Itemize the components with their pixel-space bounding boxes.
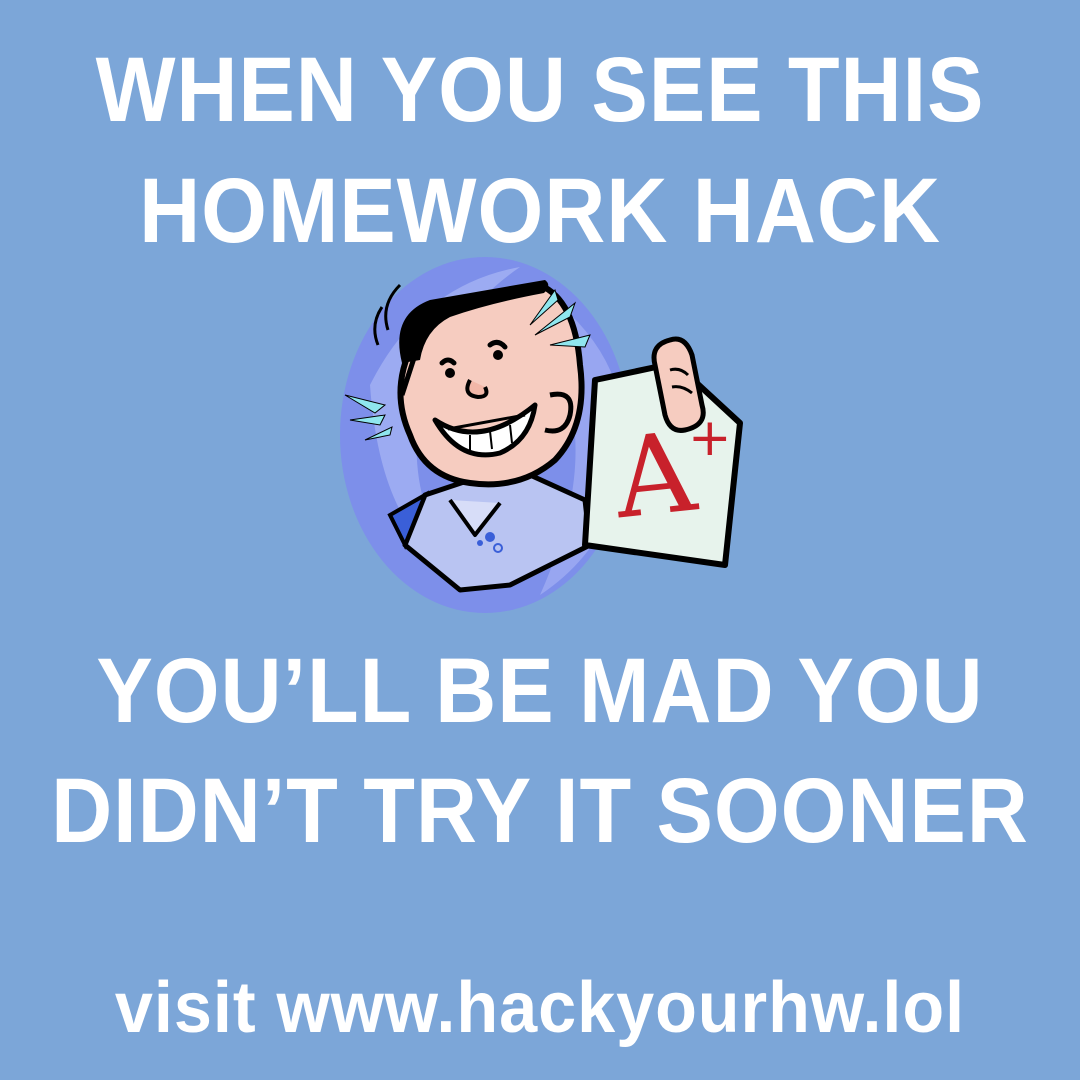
meme-canvas: { "headline_top": { "line1": "WHEN YOU S… [0,0,1080,1080]
grade-plus: + [688,408,732,468]
headline-bottom-line-1: YOU’LL BE MAD YOU [96,640,984,742]
footer-url: visit www.hackyourhw.lol [114,968,966,1048]
eye-left [439,357,457,366]
headline-top-line-1: WHEN YOU SEE THIS [95,39,985,141]
headline-top-line-2: HOMEWORK HACK [139,160,941,262]
student-with-grade-paper-icon: A + [340,257,743,613]
headline-bottom-line-2: DIDN’T TRY IT SOONER [51,760,1029,862]
